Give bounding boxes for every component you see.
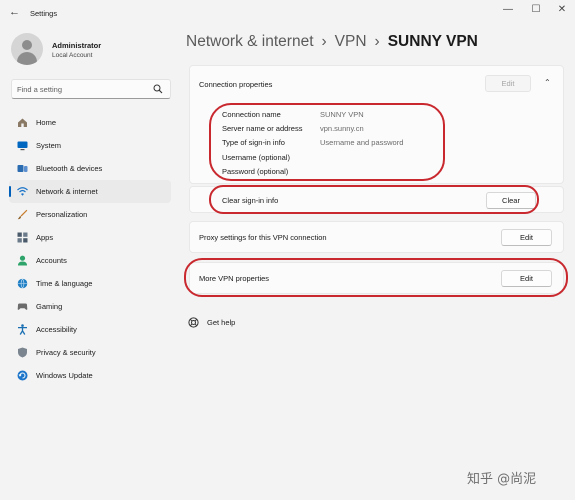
- signin-type-value: Username and password: [320, 138, 404, 147]
- clear-signin-card: Clear sign-in info Clear: [189, 186, 564, 213]
- sidebar-item-time-language[interactable]: Time & language: [9, 272, 171, 295]
- sidebar-item-accounts[interactable]: Accounts: [9, 249, 171, 272]
- sidebar-item-system[interactable]: System: [9, 134, 171, 157]
- breadcrumb-separator: ›: [374, 33, 380, 50]
- sidebar-item-bluetooth[interactable]: Bluetooth & devices: [9, 157, 171, 180]
- sidebar-nav: Home System Bluetooth & devices Network …: [9, 111, 171, 387]
- signin-type-label: Type of sign-in info: [222, 138, 285, 147]
- help-icon: [188, 317, 199, 328]
- sidebar-item-personalization[interactable]: Personalization: [9, 203, 171, 226]
- sidebar-item-gaming[interactable]: Gaming: [9, 295, 171, 318]
- more-vpn-edit-button[interactable]: Edit: [501, 270, 552, 287]
- server-address-label: Server name or address: [222, 124, 303, 133]
- update-icon: [17, 370, 28, 381]
- accounts-icon: [18, 255, 27, 266]
- sidebar-item-home[interactable]: Home: [9, 111, 171, 134]
- sidebar-item-privacy[interactable]: Privacy & security: [9, 341, 171, 364]
- connection-properties-edit-button[interactable]: Edit: [485, 75, 531, 92]
- proxy-settings-card: Proxy settings for this VPN connection E…: [189, 221, 564, 253]
- more-vpn-properties-label: More VPN properties: [199, 274, 270, 283]
- breadcrumb-separator: ›: [321, 33, 327, 50]
- password-label: Password (optional): [222, 167, 289, 176]
- connection-name-label: Connection name: [222, 110, 281, 119]
- search-icon[interactable]: [153, 84, 163, 94]
- gaming-icon: [17, 303, 28, 310]
- connection-name-value: SUNNY VPN: [320, 110, 364, 119]
- clear-signin-label: Clear sign-in info: [222, 196, 279, 205]
- sidebar-item-network[interactable]: Network & internet: [9, 180, 171, 203]
- back-arrow-icon[interactable]: ←: [9, 6, 20, 18]
- username-label: Username (optional): [222, 153, 290, 162]
- get-help-link[interactable]: Get help: [207, 318, 235, 327]
- shield-icon: [18, 347, 27, 358]
- sidebar-item-accessibility[interactable]: Accessibility: [9, 318, 171, 341]
- clear-button[interactable]: Clear: [486, 192, 536, 209]
- minimize-button[interactable]: —: [499, 4, 517, 15]
- breadcrumb-network[interactable]: Network & internet: [186, 33, 314, 50]
- proxy-settings-label: Proxy settings for this VPN connection: [199, 233, 327, 242]
- watermark: 知乎 @尚泥: [467, 472, 537, 487]
- system-icon: [17, 141, 28, 151]
- close-button[interactable]: ✕: [553, 4, 571, 15]
- sidebar-item-apps[interactable]: Apps: [9, 226, 171, 249]
- search-box[interactable]: [11, 79, 171, 99]
- app-title: Settings: [30, 9, 58, 18]
- server-address-value: vpn.sunny.cn: [320, 124, 364, 133]
- maximize-button[interactable]: ☐: [527, 4, 545, 15]
- globe-icon: [17, 278, 28, 289]
- connection-properties-title: Connection properties: [199, 80, 273, 89]
- sidebar-item-windows-update[interactable]: Windows Update: [9, 364, 171, 387]
- more-vpn-properties-card: More VPN properties Edit: [189, 262, 564, 294]
- bluetooth-icon: [17, 165, 28, 172]
- page-title: SUNNY VPN: [387, 33, 478, 50]
- avatar[interactable]: [11, 33, 43, 65]
- accessibility-icon: [18, 324, 27, 335]
- proxy-edit-button[interactable]: Edit: [501, 229, 552, 246]
- home-icon: [18, 118, 27, 127]
- chevron-up-icon[interactable]: ⌃: [544, 78, 551, 87]
- brush-icon: [17, 209, 28, 220]
- title-bar: ← Settings — ☐ ✕: [0, 0, 575, 26]
- breadcrumb-vpn[interactable]: VPN: [335, 33, 367, 50]
- profile-account-type: Local Account: [52, 52, 93, 59]
- apps-icon: [17, 232, 28, 243]
- breadcrumb: Network & internet › VPN › SUNNY VPN: [186, 33, 478, 51]
- search-input[interactable]: [17, 83, 147, 96]
- network-icon: [17, 187, 28, 196]
- profile-name: Administrator: [52, 41, 102, 50]
